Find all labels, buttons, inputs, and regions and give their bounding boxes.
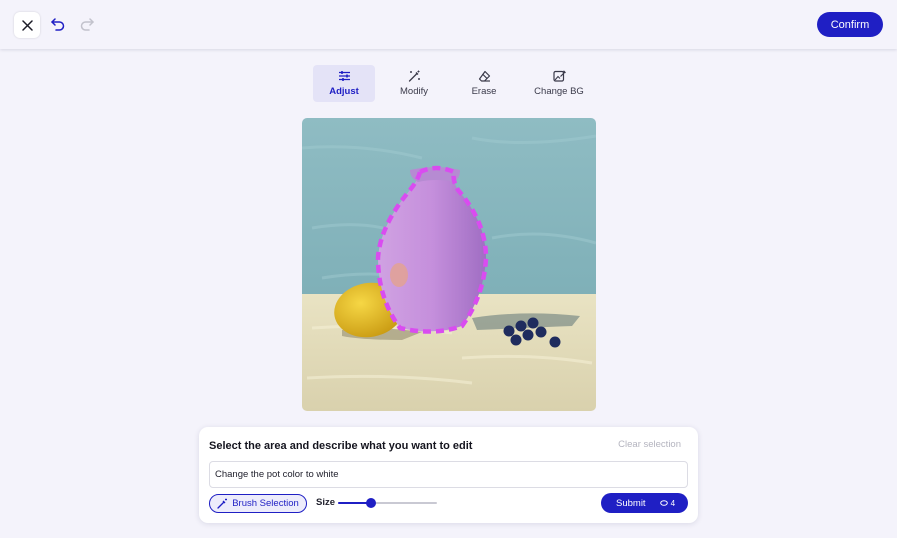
redo-icon [80, 17, 94, 31]
brush-icon [217, 498, 228, 509]
magic-wand-icon [408, 70, 420, 82]
credits-count: 4 [670, 498, 676, 508]
tab-change-bg[interactable]: Change BG [523, 65, 595, 102]
tab-modify[interactable]: Modify [383, 65, 445, 102]
tab-label: Adjust [329, 86, 359, 97]
tab-label: Modify [400, 86, 428, 97]
submit-label: Submit [616, 497, 646, 509]
image-canvas[interactable] [302, 118, 596, 411]
submit-button[interactable]: Submit 4 [601, 493, 688, 513]
edit-mode-tabs: Adjust Modify Erase Change BG [313, 65, 603, 102]
sliders-icon [338, 71, 350, 81]
brush-selection-button[interactable]: Brush Selection [209, 494, 307, 513]
brush-selection-label: Brush Selection [232, 498, 299, 509]
painting-image [302, 118, 596, 411]
coin-icon [659, 500, 668, 506]
confirm-button[interactable]: Confirm [817, 12, 883, 37]
tab-label: Change BG [534, 86, 584, 97]
redo-button[interactable] [78, 15, 96, 33]
edit-panel: Select the area and describe what you wa… [199, 427, 698, 523]
tab-label: Erase [471, 86, 497, 97]
tab-erase[interactable]: Erase [453, 65, 515, 102]
clear-selection-button[interactable]: Clear selection [618, 439, 681, 450]
credits-cost: 4 [659, 498, 676, 508]
brush-size-slider[interactable] [338, 498, 437, 508]
undo-button[interactable] [49, 15, 67, 33]
edit-prompt-input[interactable] [209, 461, 688, 488]
panel-title: Select the area and describe what you wa… [209, 440, 473, 452]
tab-adjust[interactable]: Adjust [313, 65, 375, 102]
slider-thumb[interactable] [365, 498, 376, 508]
top-toolbar: Confirm [0, 0, 897, 49]
undo-icon [51, 17, 65, 31]
close-icon [21, 19, 33, 31]
close-button[interactable] [14, 12, 40, 38]
size-label: Size [316, 497, 336, 508]
eraser-icon [478, 70, 490, 82]
image-edit-icon [552, 70, 566, 82]
